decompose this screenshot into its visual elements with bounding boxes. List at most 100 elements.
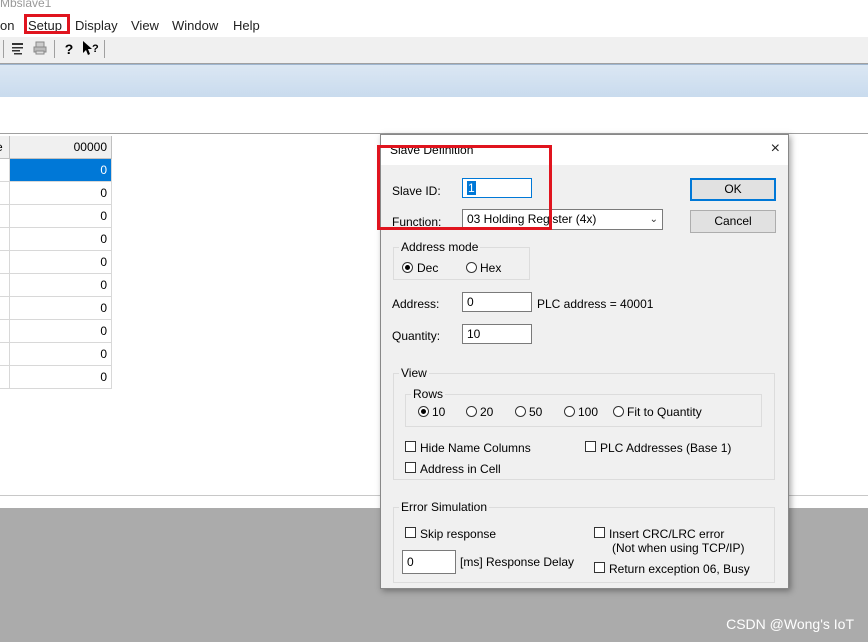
plc-addresses-checkbox[interactable] [585,441,596,452]
address-label: Address: [392,297,440,311]
menu-view[interactable]: View [131,18,159,33]
row-header[interactable] [0,343,10,366]
grid-cell[interactable]: 0 [10,228,112,251]
rows-fit-radio[interactable] [613,406,624,417]
dec-label: Dec [417,261,439,275]
grid-cell-value: 0 [100,186,107,200]
address-in-cell-checkbox[interactable] [405,462,416,473]
quantity-label: Quantity: [392,329,441,343]
column-header[interactable]: 00000 [10,136,112,159]
grid-cell-value: 0 [100,324,107,338]
quantity-input[interactable]: 10 [462,324,532,344]
grid-cell-value: 0 [100,278,107,292]
ok-button[interactable]: OK [690,178,776,201]
return-exception-checkbox[interactable] [594,562,605,573]
setup-highlight-box [24,14,70,34]
insert-crc-note: (Not when using TCP/IP) [612,541,745,555]
address-in-cell-label: Address in Cell [420,462,501,476]
row-header[interactable] [0,182,10,205]
response-delay-input[interactable]: 0 [402,550,456,574]
skip-response-checkbox[interactable] [405,527,416,538]
slave-id-highlight-box [377,145,552,230]
skip-response-label: Skip response [420,527,497,541]
row-header[interactable] [0,366,10,389]
plc-addresses-label: PLC Addresses (Base 1) [600,441,732,455]
rows-20-radio[interactable] [466,406,477,417]
cancel-button[interactable]: Cancel [690,210,776,233]
quantity-value: 10 [467,327,481,341]
grid-cell-value: 0 [100,232,107,246]
print-icon[interactable] [31,40,49,58]
grid-cell-value: 0 [100,255,107,269]
menu-bar: on Setup Display View Window Help [0,14,868,37]
rows-10-label: 10 [432,405,446,419]
rows-fit-label: Fit to Quantity [627,405,702,419]
grid-cell[interactable]: 0 [10,251,112,274]
row-header[interactable] [0,297,10,320]
error-simulation-title: Error Simulation [399,500,490,514]
help-icon[interactable]: ? [60,40,78,58]
view-title: View [399,366,429,380]
menu-display[interactable]: Display [75,18,118,33]
address-input[interactable]: 0 [462,292,532,312]
rows-10-radio[interactable] [418,406,429,417]
grid-cell[interactable]: 0 [10,343,112,366]
grid-cell[interactable]: 0 [10,205,112,228]
list-icon[interactable] [9,40,27,58]
insert-crc-checkbox[interactable] [594,527,605,538]
grid-cell[interactable]: 0 [10,274,112,297]
slave-definition-dialog: Slave Definition × Slave ID: 1 Function:… [377,134,789,589]
grid-cell[interactable]: 0 [10,159,112,182]
rows-50-radio[interactable] [515,406,526,417]
hex-radio[interactable] [466,262,477,273]
row-header[interactable] [0,320,10,343]
row-header[interactable] [0,251,10,274]
grid-cell-value: 0 [100,347,107,361]
hex-label: Hex [480,261,502,275]
row-header-label: e [0,136,10,159]
column-header-text: 00000 [73,140,107,154]
row-header[interactable] [0,159,10,182]
grid-cell-value: 0 [100,209,107,223]
address-value: 0 [467,295,474,309]
whats-this-icon[interactable]: ? [82,40,100,58]
grid-cell-value: 0 [100,370,107,384]
grid-cell[interactable]: 0 [10,182,112,205]
insert-crc-label: Insert CRC/LRC error [609,527,725,541]
status-band [0,64,868,98]
svg-text:?: ? [92,43,99,55]
rows-20-label: 20 [480,405,494,419]
close-icon[interactable]: × [771,141,780,157]
row-header[interactable] [0,228,10,251]
return-exception-label: Return exception 06, Busy [609,562,750,576]
response-delay-value: 0 [407,555,414,569]
grid-cell[interactable]: 0 [10,366,112,389]
info-band [0,97,868,134]
hide-name-columns-checkbox[interactable] [405,441,416,452]
row-header[interactable] [0,205,10,228]
toolbar-separator [3,40,4,58]
row-header[interactable] [0,274,10,297]
watermark: CSDN @Wong's IoT [726,616,854,632]
toolbar-separator [104,40,105,58]
menu-window[interactable]: Window [172,18,218,33]
chevron-down-icon: ⌄ [649,214,658,225]
window-title-text: Mbslave1 [0,0,52,10]
hide-name-columns-label: Hide Name Columns [420,441,531,455]
rows-title: Rows [411,387,446,401]
rows-100-label: 100 [578,405,599,419]
dec-radio[interactable] [402,262,413,273]
address-mode-title: Address mode [399,240,481,254]
grid-cell[interactable]: 0 [10,320,112,343]
response-delay-label: [ms] Response Delay [460,555,575,569]
toolbar-separator [54,40,55,58]
toolbar: ? ? [0,37,868,64]
menu-connection[interactable]: on [0,18,14,33]
plc-address-text: PLC address = 40001 [537,297,654,311]
menu-help[interactable]: Help [233,18,260,33]
rows-50-label: 50 [529,405,543,419]
grid-cell[interactable]: 0 [10,297,112,320]
grid-cell-value: 0 [100,301,107,315]
rows-100-radio[interactable] [564,406,575,417]
window-title: Mbslave1 [0,0,868,14]
